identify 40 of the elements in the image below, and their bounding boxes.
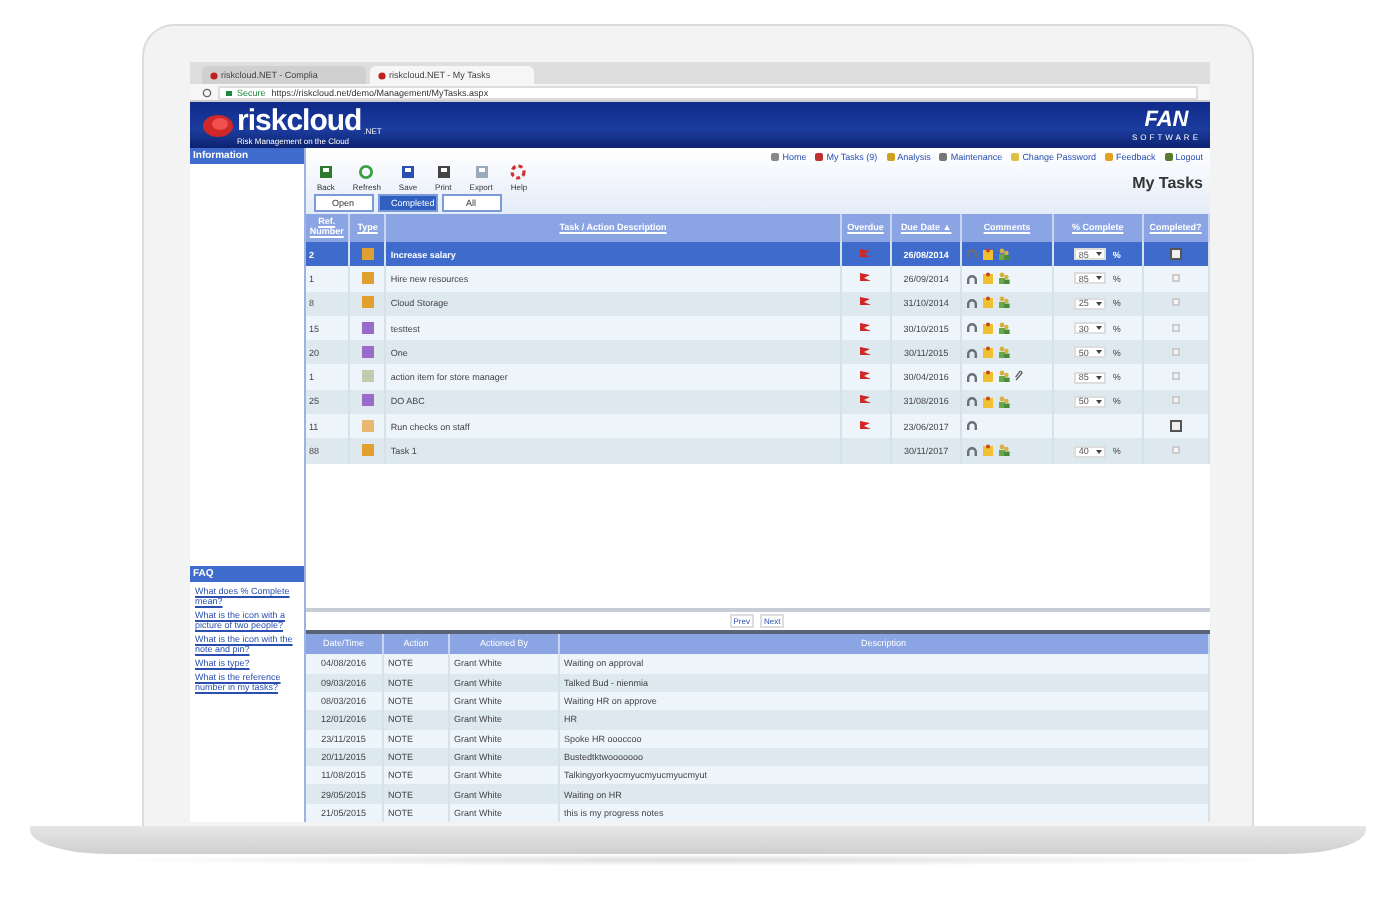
lifebuoy-icon [510,164,527,180]
people-icon [998,296,1011,309]
caret-icon [1096,252,1103,257]
favicon-icon [209,71,217,79]
caret-icon [1096,375,1103,380]
caret-icon [1096,350,1103,355]
people-icon [998,444,1011,457]
favicon-icon [377,71,385,79]
note-icon [982,296,995,309]
note-icon [982,321,995,334]
completed-checkbox[interactable] [1169,419,1182,432]
logo-mark-icon [201,113,233,137]
page-title: My Tasks [1132,174,1203,192]
note-icon [982,272,995,285]
caret-icon [1096,399,1103,404]
reload-icon [201,87,211,97]
people-icon [998,272,1011,285]
lock-icon [225,88,231,96]
save-icon [399,164,416,180]
arch-icon [966,322,979,333]
caret-icon [1096,301,1103,306]
completed-checkbox[interactable] [1169,247,1182,260]
note-icon [982,395,995,408]
note-icon [982,346,995,359]
note-icon [982,247,995,260]
note-icon [982,444,995,457]
note-icon [982,370,995,383]
paperclip-icon [1014,370,1025,383]
partner-logo: FAN [1144,109,1189,131]
caret-icon [1096,449,1103,454]
logo-text: riskcloud [237,105,362,135]
arch-icon [966,445,979,456]
people-icon [998,321,1011,334]
people-icon [998,395,1011,408]
caret-icon [1096,326,1103,331]
people-icon [998,370,1011,383]
caret-icon [1096,276,1103,281]
people-icon [998,247,1011,260]
arch-icon [966,248,979,259]
people-icon [998,346,1011,359]
